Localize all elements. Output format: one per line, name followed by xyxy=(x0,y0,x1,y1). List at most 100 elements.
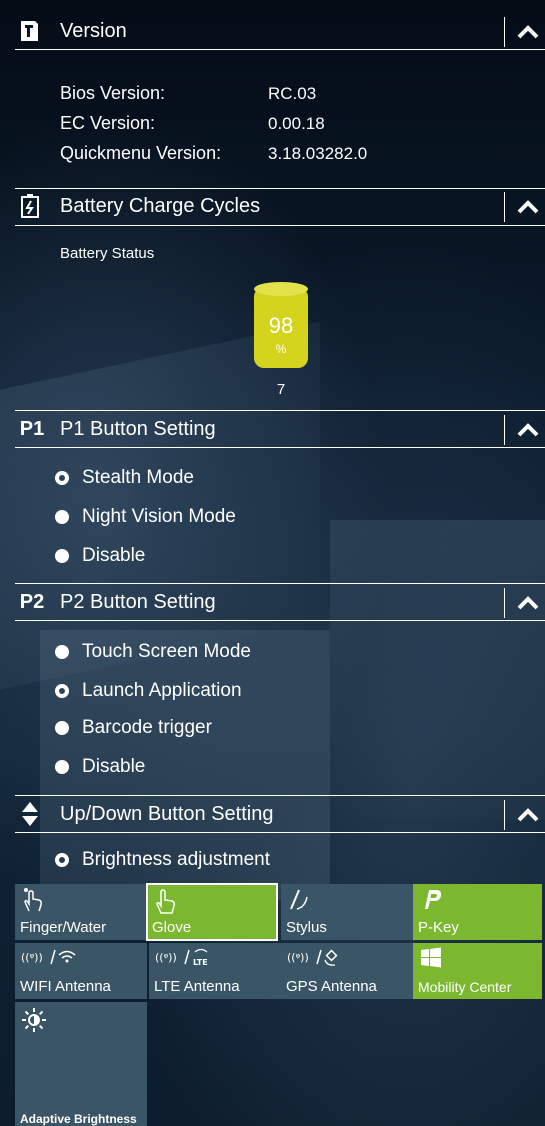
battery-percent-value: 98 xyxy=(268,313,294,338)
divider xyxy=(15,583,545,584)
radio-unselected-icon xyxy=(55,645,69,659)
svg-text:LTE: LTE xyxy=(193,958,208,967)
tile-adaptive-brightness[interactable]: Adaptive Brightness xyxy=(15,1002,147,1126)
windows-icon xyxy=(419,946,443,970)
divider xyxy=(15,188,545,189)
divider xyxy=(15,447,545,448)
battery-percent-sign: % xyxy=(275,342,287,356)
gps-antenna-icon: ((ᵠ)) xyxy=(287,946,347,968)
section-header-version[interactable]: Version xyxy=(15,15,545,49)
section-title: P2 Button Setting xyxy=(60,591,216,613)
radio-selected-icon xyxy=(55,853,69,867)
divider xyxy=(15,832,545,833)
radio-disable[interactable]: Disable xyxy=(55,755,145,779)
tile-finger-water[interactable]: Finger/Water xyxy=(15,884,147,940)
ec-version-label: EC Version: xyxy=(60,113,156,133)
radio-unselected-icon xyxy=(55,721,69,735)
radio-night-vision-mode[interactable]: Night Vision Mode xyxy=(55,505,236,529)
radio-label: Touch Screen Mode xyxy=(82,641,251,662)
divider xyxy=(504,192,505,222)
tile-label: GPS Antenna xyxy=(286,978,377,995)
radio-unselected-icon xyxy=(55,510,69,524)
section-header-battery[interactable]: Battery Charge Cycles xyxy=(15,190,545,224)
divider xyxy=(504,588,505,618)
divider xyxy=(504,415,505,445)
chevron-up-icon[interactable] xyxy=(515,194,541,220)
up-down-arrows-icon xyxy=(17,801,43,827)
battery-charge-icon xyxy=(17,193,43,219)
tile-label: Mobility Center xyxy=(418,979,512,995)
radio-stealth-mode[interactable]: Stealth Mode xyxy=(55,466,194,490)
p1-badge-icon: P1 xyxy=(19,417,45,440)
radio-label: Barcode trigger xyxy=(82,717,212,738)
p-key-icon xyxy=(419,887,443,911)
radio-unselected-icon xyxy=(55,760,69,774)
section-title: Battery Charge Cycles xyxy=(60,195,261,217)
tile-gps-antenna[interactable]: ((ᵠ)) GPS Antenna xyxy=(281,943,413,999)
ec-version-value: 0.00.18 xyxy=(268,114,325,133)
radio-label: Disable xyxy=(82,756,146,777)
radio-label: Disable xyxy=(82,545,146,566)
divider xyxy=(15,620,545,621)
battery-gauge: 98 % xyxy=(253,281,309,369)
radio-disable[interactable]: Disable xyxy=(55,544,145,568)
radio-launch-application[interactable]: Launch Application xyxy=(55,679,242,703)
sun-icon xyxy=(21,1007,46,1032)
info-book-icon xyxy=(17,18,43,44)
tile-glove[interactable]: Glove xyxy=(146,883,278,941)
tile-wifi-antenna[interactable]: ((ᵠ)) WIFI Antenna xyxy=(15,943,147,999)
tile-p-key[interactable]: P-Key xyxy=(413,884,542,940)
glove-icon xyxy=(153,887,177,914)
bios-version-value: RC.03 xyxy=(268,84,317,103)
tile-label: Stylus xyxy=(286,919,327,936)
quickmenu-version-value: 3.18.03282.0 xyxy=(268,144,368,163)
tile-label: Glove xyxy=(152,919,192,936)
divider xyxy=(15,795,545,796)
tile-label: WIFI Antenna xyxy=(20,978,111,995)
finger-water-icon xyxy=(21,887,45,912)
divider xyxy=(15,410,545,411)
lte-antenna-icon: ((ᵠ)) LTE xyxy=(155,946,215,968)
divider xyxy=(504,17,505,47)
divider xyxy=(15,49,545,50)
divider xyxy=(504,800,505,830)
radio-label: Brightness adjustment xyxy=(82,849,270,870)
bios-version-label: Bios Version: xyxy=(60,83,166,103)
stylus-icon xyxy=(287,887,311,911)
p2-badge-icon: P2 xyxy=(19,590,45,613)
tile-stylus[interactable]: Stylus xyxy=(281,884,413,940)
tile-lte-antenna[interactable]: ((ᵠ)) LTE LTE Antenna xyxy=(149,943,281,999)
chevron-up-icon[interactable] xyxy=(515,802,541,828)
radio-selected-icon xyxy=(55,471,69,485)
quickmenu-version-label: Quickmenu Version: xyxy=(60,143,222,163)
radio-label: Night Vision Mode xyxy=(82,506,236,527)
divider xyxy=(15,225,545,226)
radio-label: Stealth Mode xyxy=(82,467,194,488)
radio-touch-screen-mode[interactable]: Touch Screen Mode xyxy=(55,640,251,664)
section-header-p2[interactable]: P2 P2 Button Setting xyxy=(15,586,545,620)
battery-status-label: Battery Status xyxy=(60,245,155,262)
tile-mobility-center[interactable]: Mobility Center xyxy=(413,943,542,999)
wifi-antenna-icon: ((ᵠ)) xyxy=(21,946,81,968)
radio-brightness-adjustment[interactable]: Brightness adjustment xyxy=(55,848,270,872)
chevron-up-icon[interactable] xyxy=(515,417,541,443)
radio-barcode-trigger[interactable]: Barcode trigger xyxy=(55,716,212,740)
section-title: Up/Down Button Setting xyxy=(60,803,274,825)
tile-label: LTE Antenna xyxy=(154,978,240,995)
tile-label: P-Key xyxy=(418,919,459,936)
section-header-updown[interactable]: Up/Down Button Setting xyxy=(15,798,545,832)
section-title: Version xyxy=(60,20,127,42)
tile-label: Adaptive Brightness xyxy=(20,1112,137,1126)
svg-text:((ᵠ)): ((ᵠ)) xyxy=(287,951,309,964)
chevron-up-icon[interactable] xyxy=(515,19,541,45)
radio-selected-icon xyxy=(55,684,69,698)
section-title: P1 Button Setting xyxy=(60,418,216,440)
radio-unselected-icon xyxy=(55,549,69,563)
battery-cycle-count: 7 xyxy=(276,381,286,398)
section-header-p1[interactable]: P1 P1 Button Setting xyxy=(15,413,545,447)
tile-label: Finger/Water xyxy=(20,919,107,936)
svg-text:((ᵠ)): ((ᵠ)) xyxy=(21,951,43,964)
chevron-up-icon[interactable] xyxy=(515,590,541,616)
radio-label: Launch Application xyxy=(82,680,242,701)
svg-text:((ᵠ)): ((ᵠ)) xyxy=(155,951,177,964)
